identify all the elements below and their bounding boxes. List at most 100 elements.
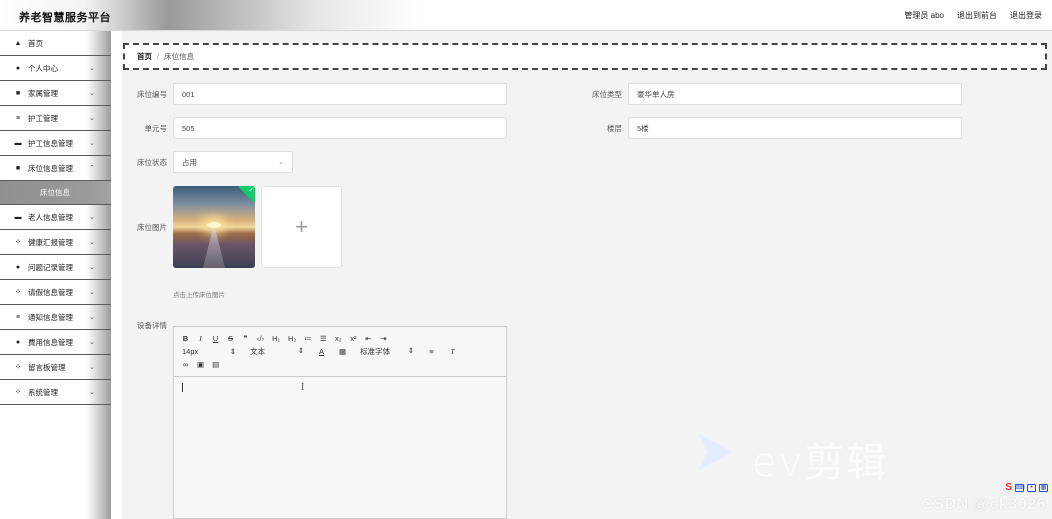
code-button[interactable]: ‹/› — [257, 334, 264, 343]
ev-watermark: ev剪辑 — [752, 440, 889, 486]
outdent-button[interactable]: ⇤ — [365, 334, 372, 343]
blockquote-button[interactable]: ❞ — [242, 334, 249, 343]
superscript-button[interactable]: x² — [350, 334, 357, 343]
chevron-down-icon: ⌄ — [89, 90, 95, 97]
block-format-value: 文本 — [250, 347, 265, 356]
ime-tray: S ⌨ • ▦ — [1005, 482, 1048, 493]
sidebar-item-label: 老人信息管理 — [28, 212, 73, 222]
text-caret — [182, 383, 183, 392]
strike-button[interactable]: S — [227, 334, 234, 343]
align-icon[interactable]: ≡ — [428, 347, 435, 356]
monitor-icon: ▬ — [14, 139, 22, 147]
bed-no-label: 床位编号 — [137, 90, 167, 99]
sidebar-item-label: 通知信息管理 — [28, 312, 73, 322]
chevron-up-icon: ⌃ — [89, 165, 95, 172]
sidebar-subitem-bed-info[interactable]: 床位信息 — [0, 181, 111, 205]
bold-button[interactable]: B — [182, 334, 189, 343]
breadcrumb-separator: / — [157, 52, 160, 61]
bed-image-label: 床位图片 — [137, 223, 167, 232]
sidebar-item-fee[interactable]: ● 費用信息管理 ⌄ — [0, 330, 111, 355]
bed-image-thumbnail[interactable]: ✓ — [173, 186, 255, 268]
user-icon: ● — [15, 263, 21, 271]
sidebar: ▲ 首页 ● 个人中心 ⌄ ■ 家属管理 ⌄ ≡ 护工管理 ⌄ ▬ 护工信息管理… — [0, 31, 111, 519]
unit-label: 单元号 — [144, 124, 168, 133]
sidebar-item-label: 请假信息管理 — [28, 287, 73, 297]
sidebar-item-message-board[interactable]: ⁘ 留言板管理 ⌄ — [0, 355, 111, 380]
font-size-select[interactable]: 14px ⇕ — [182, 347, 236, 356]
sidebar-item-notice[interactable]: ≡ 通知信息管理 ⌄ — [0, 305, 111, 330]
app-title: 养老智慧服务平台 — [19, 12, 111, 24]
chevron-down-icon: ⌄ — [89, 364, 95, 371]
sidebar-item-label: 家属管理 — [28, 88, 58, 98]
floor-input[interactable]: 5楼 — [628, 117, 962, 139]
settings-icon: ▦ — [1039, 483, 1048, 492]
updown-icon: ⇕ — [297, 346, 304, 355]
block-format-select[interactable]: 文本 ⇕ — [250, 346, 304, 357]
underline-button[interactable]: U — [212, 334, 219, 343]
exit-to-frontend-link[interactable]: 退出到前台 — [957, 10, 997, 21]
sidebar-item-family[interactable]: ■ 家属管理 ⌄ — [0, 81, 111, 106]
updown-icon: ⇕ — [229, 347, 236, 356]
status-select-value: 占用 — [182, 157, 197, 167]
id-card-icon: ■ — [15, 89, 21, 97]
indent-button[interactable]: ⇥ — [380, 334, 387, 343]
admin-user-label: 管理员 abo — [904, 11, 944, 20]
h2-button[interactable]: H₂ — [288, 334, 296, 343]
sidebar-item-elder-info[interactable]: ▬ 老人信息管理 ⌄ — [0, 205, 111, 230]
sidebar-item-home[interactable]: ▲ 首页 — [0, 31, 111, 56]
subscript-button[interactable]: x₂ — [335, 334, 342, 343]
ordered-list-button[interactable]: ≔ — [304, 334, 312, 343]
font-family-value: 标准字体 — [360, 347, 391, 356]
italic-button[interactable]: I — [197, 334, 204, 343]
bed-type-label: 床位类型 — [592, 90, 622, 99]
road-reflection — [203, 228, 225, 268]
grid-icon: ⁘ — [15, 389, 21, 396]
monitor-icon: ▬ — [14, 213, 22, 221]
csdn-watermark: CSDN @ck3026 — [921, 496, 1046, 513]
logout-link[interactable]: 退出登录 — [1010, 10, 1042, 21]
chevron-down-icon: ⌄ — [89, 115, 95, 122]
toolbar-row-3: ∞ ▣ ▤ — [182, 358, 498, 371]
sidebar-item-caregiver[interactable]: ≡ 护工管理 ⌄ — [0, 106, 111, 131]
upload-button[interactable]: + — [261, 186, 342, 268]
status-label: 床位状态 — [137, 158, 167, 167]
toolbar-row-2: 14px ⇕ 文本 ⇕ A ▦ 标准字体 ⇕ ≡ T — [182, 345, 498, 358]
sidebar-item-bed-management[interactable]: ■ 床位信息管理 ⌃ — [0, 156, 111, 181]
sidebar-item-issue-record[interactable]: ● 问题记录管理 ⌄ — [0, 255, 111, 280]
chevron-down-icon: ⌄ — [89, 140, 95, 147]
breadcrumb-home[interactable]: 首页 — [137, 51, 152, 62]
sunset-sun — [207, 222, 221, 228]
grid-icon: ⁘ — [15, 364, 21, 371]
user-icon: ● — [15, 338, 21, 346]
link-icon[interactable]: ∞ — [182, 360, 189, 369]
status-select[interactable]: 占用 ⌄ — [173, 151, 293, 173]
user-icon: ● — [15, 64, 21, 72]
home-icon: ▲ — [14, 39, 22, 47]
bullet-list-button[interactable]: ☰ — [320, 334, 327, 343]
sidebar-item-leave[interactable]: ⁘ 请假信息管理 ⌄ — [0, 280, 111, 305]
grid-icon: ⁘ — [15, 289, 21, 296]
sidebar-item-label: 留言板管理 — [28, 362, 66, 372]
chevron-down-icon: ⌄ — [89, 389, 95, 396]
font-color-icon[interactable]: A — [318, 347, 325, 356]
background-color-icon[interactable]: ▦ — [339, 347, 346, 356]
main-content: 首页 / 床位信息 床位编号 001 床位类型 豪华单人房 单元号 505 楼层… — [111, 31, 1052, 519]
clear-format-icon[interactable]: T — [449, 347, 456, 356]
sidebar-item-caregiver-info[interactable]: ▬ 护工信息管理 ⌄ — [0, 131, 111, 156]
bed-no-input[interactable]: 001 — [173, 83, 507, 105]
updown-icon: ⇕ — [407, 346, 415, 355]
sidebar-item-personal-center[interactable]: ● 个人中心 ⌄ — [0, 56, 111, 81]
h1-button[interactable]: H₁ — [272, 334, 280, 343]
sidebar-item-label: 首页 — [28, 38, 43, 48]
font-family-select[interactable]: 标准字体 ⇕ — [360, 346, 414, 357]
video-icon[interactable]: ▤ — [212, 360, 219, 369]
image-icon[interactable]: ▣ — [197, 360, 204, 369]
sidebar-item-system[interactable]: ⁘ 系统管理 ⌄ — [0, 380, 111, 405]
top-nav: 管理员 abo 退出到前台 退出登录 — [904, 10, 1042, 21]
sidebar-item-health-report[interactable]: ⁘ 健康汇报管理 ⌄ — [0, 230, 111, 255]
sidebar-item-label: 个人中心 — [28, 63, 58, 73]
unit-input[interactable]: 505 — [173, 117, 507, 139]
ev-play-logo-icon — [699, 434, 733, 470]
rich-text-editor: B I U S ❞ ‹/› H₁ H₂ ≔ ☰ x₂ x² ⇤ ⇥ 14px ⇕ — [173, 326, 507, 519]
bed-type-input[interactable]: 豪华单人房 — [628, 83, 962, 105]
